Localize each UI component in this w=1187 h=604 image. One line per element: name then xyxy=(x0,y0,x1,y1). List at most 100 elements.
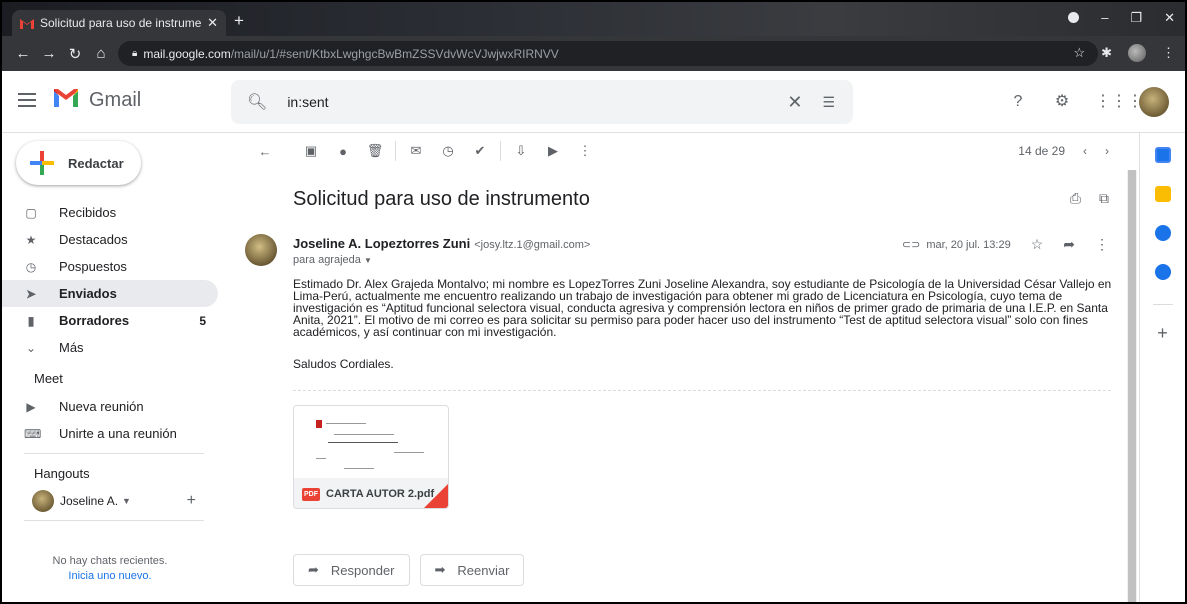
archive-icon[interactable]: ▣ xyxy=(295,143,327,159)
maximize-icon[interactable]: ❐ xyxy=(1130,10,1142,26)
label-icon[interactable]: ▶ xyxy=(537,143,569,159)
tab-title: Solicitud para uso de instrument xyxy=(40,16,202,30)
sidebar-item-mas[interactable]: ⌄ Más xyxy=(2,334,218,361)
gmail-favicon-icon xyxy=(20,18,34,29)
url-field[interactable]: 🔒︎ mail.google.com/mail/u/1/#sent/KtbxLw… xyxy=(118,41,1098,66)
search-icon[interactable]: 🔍︎ xyxy=(247,92,267,112)
status-dropdown-icon[interactable]: ▼ xyxy=(122,496,131,506)
recipient-line[interactable]: para agrajeda ▼ xyxy=(293,254,372,266)
back-icon[interactable]: ← xyxy=(10,45,36,62)
send-icon: ➤ xyxy=(25,286,37,301)
sidebar-divider xyxy=(24,520,204,521)
email-body: Estimado Dr. Alex Grajeda Montalvo; mi n… xyxy=(293,277,1112,339)
reply-icon[interactable]: ➦ xyxy=(1063,236,1075,253)
help-icon[interactable]: ? xyxy=(1007,91,1029,113)
recipient-details-icon[interactable]: ▼ xyxy=(364,256,372,265)
sidebar-item-borradores[interactable]: ▮ Borradores 5 xyxy=(2,307,218,334)
minimize-icon[interactable]: – xyxy=(1101,10,1108,26)
tasks-icon[interactable] xyxy=(1154,225,1171,241)
forward-label: Reenviar xyxy=(457,562,510,578)
home-icon[interactable]: ⌂ xyxy=(88,45,114,62)
title-bar: Solicitud para uso de instrument ✕ + – ❐… xyxy=(2,2,1185,36)
sidebar-item-label: Destacados xyxy=(59,232,128,247)
hangouts-user-name: Joseline A. xyxy=(60,494,119,508)
no-chats-text: No hay chats recientes. xyxy=(52,555,168,567)
sidebar-item-enviados[interactable]: ➤ Enviados xyxy=(2,280,218,307)
hangouts-user[interactable]: Joseline A. ▼ + xyxy=(2,488,218,514)
next-page-icon[interactable]: › xyxy=(1105,144,1109,158)
clock-icon: ◷ xyxy=(25,259,37,274)
browser-avatar[interactable] xyxy=(1128,44,1146,62)
reply-button[interactable]: ➦ Responder xyxy=(293,554,410,586)
contacts-icon[interactable] xyxy=(1154,264,1171,280)
profile-dot-icon[interactable] xyxy=(1068,12,1080,23)
more-options-icon[interactable]: ⋮ xyxy=(1095,236,1109,253)
sidebar-item-pospuestos[interactable]: ◷ Pospuestos xyxy=(2,253,218,280)
report-spam-icon[interactable]: ● xyxy=(327,144,359,159)
apps-grid-icon[interactable]: ⋮⋮⋮ xyxy=(1095,91,1143,113)
previous-page-icon[interactable]: ‹ xyxy=(1083,144,1087,158)
forward-button[interactable]: ➡ Reenviar xyxy=(419,554,525,586)
close-window-icon[interactable]: ✕ xyxy=(1164,10,1175,26)
keyboard-icon: ⌨ xyxy=(24,426,42,441)
gmail-logo-icon[interactable] xyxy=(52,87,80,109)
start-new-chat-link[interactable]: Inicia uno nuevo. xyxy=(2,570,218,582)
url-path: /mail/u/1/#sent/KtbxLwghgcBwBmZSSVdvWcVJ… xyxy=(230,46,559,61)
back-to-list-icon[interactable]: ← xyxy=(249,144,281,159)
bookmark-star-icon[interactable]: ☆ xyxy=(1073,45,1085,61)
reload-icon[interactable]: ↻ xyxy=(62,45,88,63)
keep-icon[interactable] xyxy=(1154,186,1171,202)
compose-button[interactable]: Redactar xyxy=(16,141,141,185)
hangouts-section-title: Hangouts xyxy=(34,466,90,481)
new-tab-icon[interactable]: + xyxy=(234,11,244,31)
star-message-icon[interactable]: ☆ xyxy=(1031,236,1044,253)
folder-menu: ▢ Recibidos ★ Destacados ◷ Pospuestos ➤ … xyxy=(2,199,218,582)
sender-name[interactable]: Joseline A. Lopeztorres Zuni xyxy=(293,236,470,251)
add-task-icon[interactable]: ✔ xyxy=(464,143,496,159)
email-date: mar, 20 jul. 13:29 xyxy=(926,238,1011,251)
meet-join-meeting[interactable]: ⌨ Unirte a una reunión xyxy=(2,420,218,447)
mark-unread-icon[interactable]: ✉ xyxy=(400,143,432,159)
sidebar-item-destacados[interactable]: ★ Destacados xyxy=(2,226,218,253)
main-menu-icon[interactable] xyxy=(18,93,36,107)
extensions-icon[interactable]: ✱ xyxy=(1101,45,1112,61)
move-to-icon[interactable]: ⇩ xyxy=(505,143,537,159)
calendar-icon[interactable] xyxy=(1154,147,1171,163)
message-toolbar: ← ▣ ● 🗑︎ ✉ ◷ ✔ ⇩ ▶ ⋮ 14 de 29 ‹ › xyxy=(231,133,1127,169)
draft-icon: ▮ xyxy=(27,313,35,328)
browser-tab[interactable]: Solicitud para uso de instrument ✕ xyxy=(12,10,226,36)
chevron-down-icon: ⌄ xyxy=(25,340,37,355)
sidebar-item-recibidos[interactable]: ▢ Recibidos xyxy=(2,199,218,226)
close-tab-icon[interactable]: ✕ xyxy=(207,15,218,31)
recipient-text: para agrajeda xyxy=(293,254,361,266)
settings-gear-icon[interactable]: ⚙ xyxy=(1051,91,1073,113)
clear-search-icon[interactable]: ✕ xyxy=(787,92,802,113)
attachment-card[interactable]: PDF CARTA AUTOR 2.pdf xyxy=(293,405,449,509)
browser-menu-icon[interactable]: ⋮ xyxy=(1162,45,1175,61)
meet-item-label: Nueva reunión xyxy=(59,399,144,414)
snooze-icon[interactable]: ◷ xyxy=(432,143,464,159)
add-chat-icon[interactable]: + xyxy=(187,492,196,510)
search-options-icon[interactable]: ☰ xyxy=(822,94,835,111)
meet-section-title: Meet xyxy=(34,371,63,386)
email-greeting: Saludos Cordiales. xyxy=(293,357,394,371)
email-subject: Solicitud para uso de instrumento xyxy=(293,188,590,210)
meet-new-meeting[interactable]: ▶ Nueva reunión xyxy=(2,393,218,420)
more-actions-icon[interactable]: ⋮ xyxy=(569,143,601,159)
video-camera-icon: ▶ xyxy=(26,399,36,414)
get-addons-icon[interactable]: + xyxy=(1140,323,1185,344)
delete-icon[interactable]: 🗑︎ xyxy=(359,143,391,159)
forward-icon[interactable]: → xyxy=(36,45,62,62)
message-scrollbar[interactable] xyxy=(1127,170,1137,602)
open-new-window-icon[interactable]: ⧉ xyxy=(1099,190,1109,207)
print-icon[interactable]: ⎙ xyxy=(1070,190,1081,207)
scrollbar-thumb[interactable] xyxy=(1128,170,1136,602)
sidebar-item-label: Enviados xyxy=(59,286,117,301)
pagination-text: 14 de 29 xyxy=(1018,144,1065,158)
compose-plus-icon xyxy=(30,151,54,175)
sender-line: Joseline A. Lopeztorres Zuni <josy.ltz.1@… xyxy=(293,236,590,251)
no-chats-message: No hay chats recientes. Inicia uno nuevo… xyxy=(2,555,218,582)
account-avatar[interactable] xyxy=(1139,87,1169,117)
search-input[interactable] xyxy=(287,94,788,110)
sender-avatar[interactable] xyxy=(245,234,277,266)
